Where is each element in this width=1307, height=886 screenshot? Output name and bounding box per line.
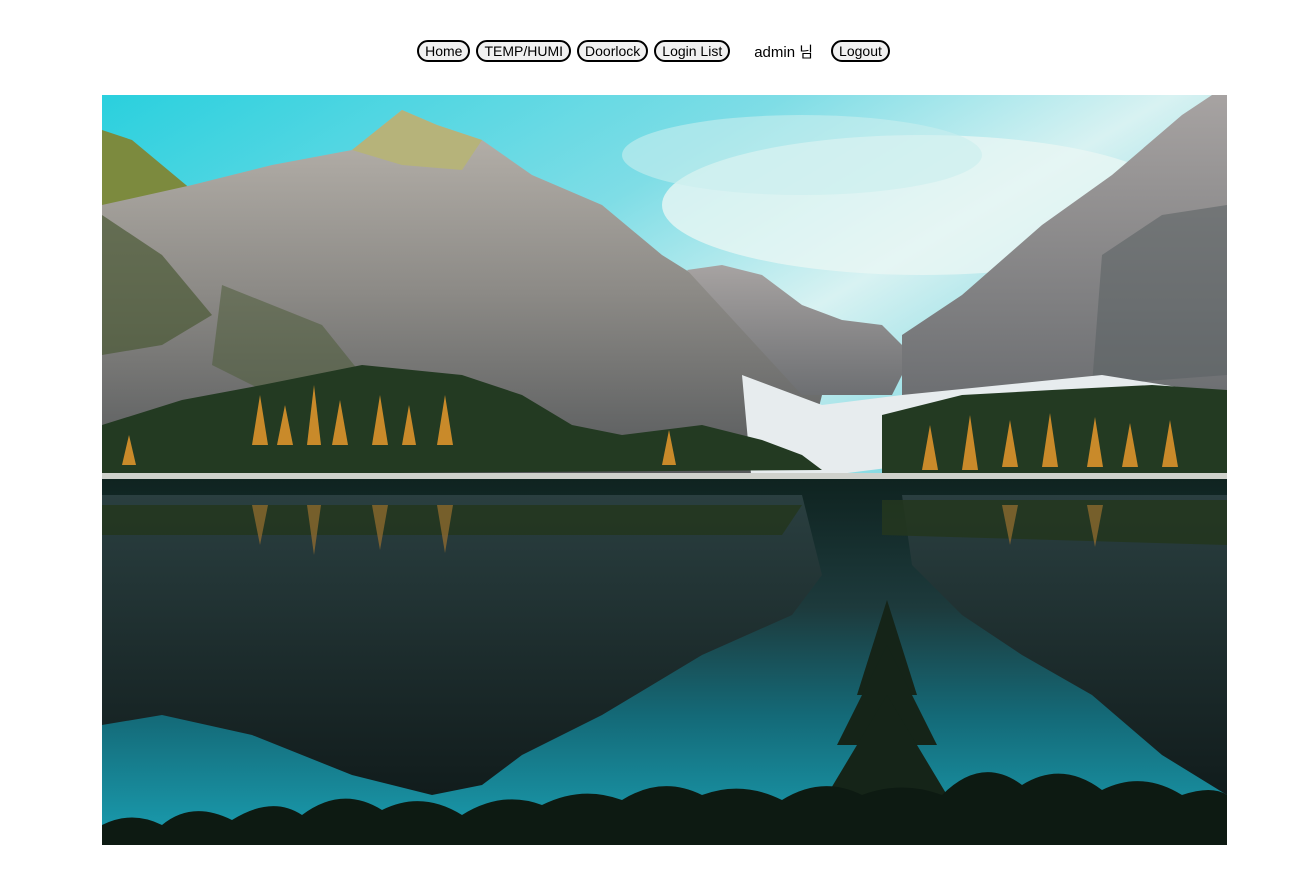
login-list-button[interactable]: Login List bbox=[654, 40, 731, 62]
user-greeting: admin 님 bbox=[754, 43, 814, 61]
doorlock-button[interactable]: Doorlock bbox=[577, 40, 649, 62]
logout-button[interactable]: Logout bbox=[831, 40, 890, 62]
hero-image bbox=[102, 95, 1227, 845]
temp-humi-button[interactable]: TEMP/HUMI bbox=[476, 40, 572, 62]
home-button[interactable]: Home bbox=[417, 40, 471, 62]
top-navigation: Home TEMP/HUMI Doorlock Login List admin… bbox=[0, 38, 1307, 64]
mountain-lake-image bbox=[102, 95, 1227, 845]
